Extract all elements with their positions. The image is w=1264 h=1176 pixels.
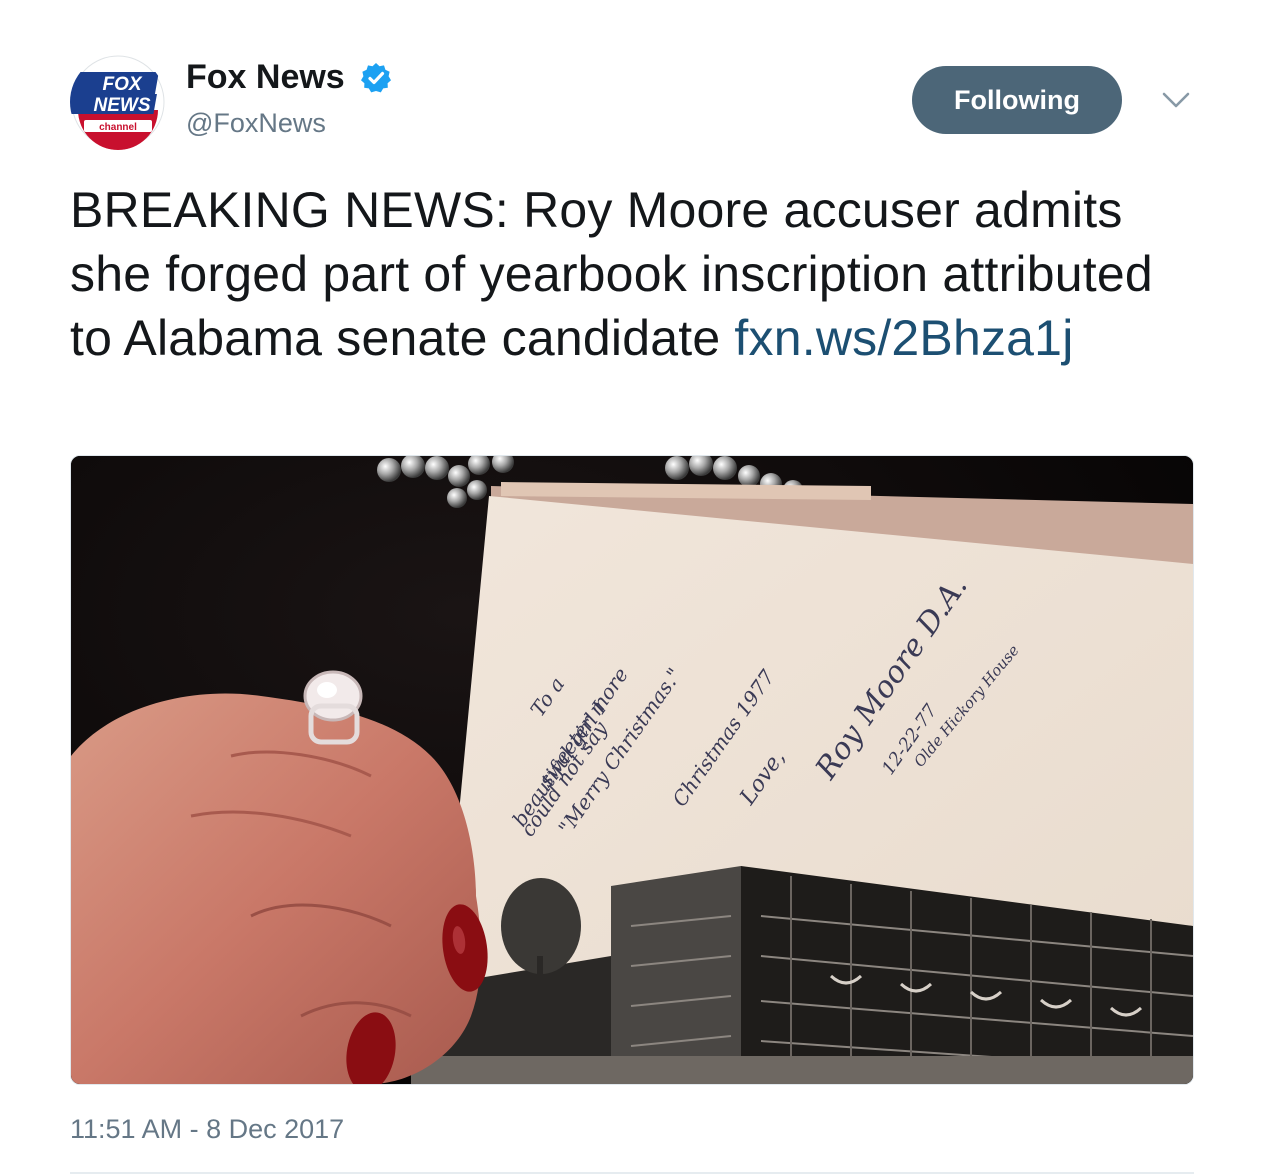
author-handle[interactable]: @FoxNews [186, 108, 326, 139]
author-name[interactable]: Fox News [186, 58, 345, 97]
divider [70, 1172, 1194, 1174]
author-avatar[interactable]: FOX NEWS channel [70, 54, 166, 150]
tweet-photo[interactable]: To a sweeter more beautiful girl I could… [70, 455, 1194, 1085]
following-button[interactable]: Following [912, 66, 1122, 134]
chevron-down-icon[interactable] [1160, 88, 1192, 112]
tweet-text: BREAKING NEWS: Roy Moore accuser admits … [70, 178, 1200, 370]
tweet-timestamp[interactable]: 11:51 AM - 8 Dec 2017 [70, 1114, 344, 1145]
yearbook-photo: To a sweeter more beautiful girl I could… [71, 456, 1193, 1084]
svg-text:NEWS: NEWS [94, 95, 151, 116]
tweet-card: FOX NEWS channel Fox News @FoxNews Follo… [0, 0, 1264, 1176]
svg-text:FOX: FOX [102, 74, 142, 95]
fox-news-logo: FOX NEWS channel [70, 55, 165, 150]
verified-badge-icon [361, 63, 391, 93]
tweet-link[interactable]: fxn.ws/2Bhza1j [734, 310, 1073, 366]
svg-text:channel: channel [99, 122, 137, 133]
